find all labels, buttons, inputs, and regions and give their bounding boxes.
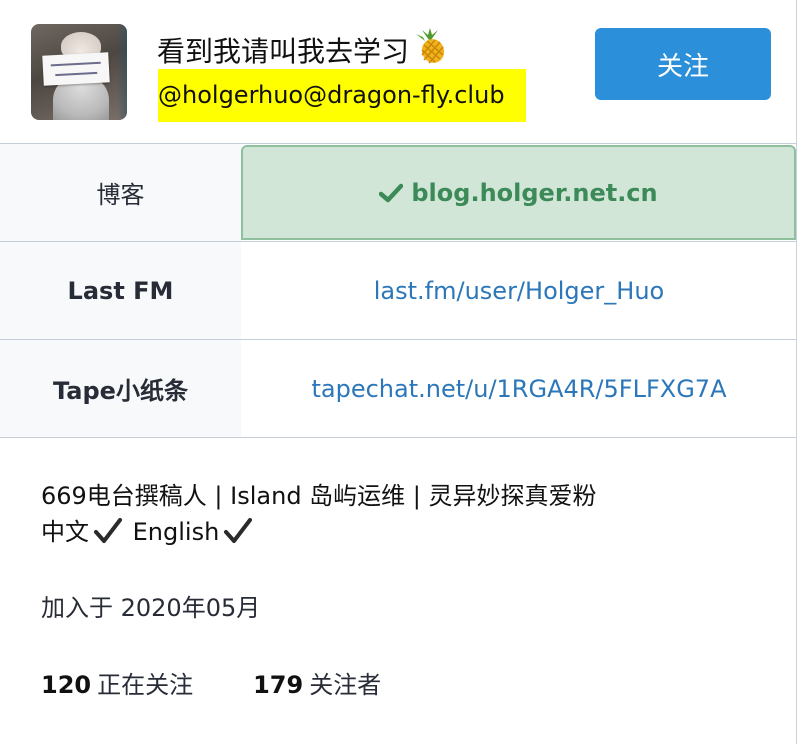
account-bio: 669电台撰稿人 | Island 岛屿运维 | 灵异妙探真爱粉 中文 Engl…: [41, 478, 597, 550]
bio-text: English: [132, 518, 220, 546]
followers-label: 关注者: [309, 671, 382, 699]
followers-count: 179: [253, 671, 304, 699]
field-link[interactable]: last.fm/user/Holger_Huo: [374, 277, 664, 305]
field-row-lastfm: Last FM last.fm/user/Holger_Huo: [0, 242, 797, 340]
account-stats: 120 正在关注 179 关注者: [41, 667, 441, 703]
field-name: 博客: [0, 144, 241, 241]
follow-button[interactable]: 关注: [595, 28, 771, 100]
following-stat[interactable]: 120 正在关注: [41, 667, 193, 703]
pineapple-icon: [416, 28, 445, 64]
field-row-tape: Tape小纸条 tapechat.net/u/1RGA4R/5FLFXG7A: [0, 340, 797, 438]
profile-fields: 博客 blog.holger.net.cn Last FM last.fm/us…: [0, 143, 797, 438]
field-link[interactable]: blog.holger.net.cn: [411, 179, 657, 207]
following-count: 120: [41, 671, 92, 699]
field-name: Last FM: [0, 242, 241, 339]
display-name-text: 看到我请叫我去学习: [157, 35, 410, 68]
bio-text: 中文: [41, 518, 89, 546]
followers-stat[interactable]: 179 关注者: [253, 667, 381, 703]
field-value-verified: blog.holger.net.cn: [241, 145, 796, 240]
profile-header: 看到我请叫我去学习 @holgerhuo@dragon-fly.club 关注: [0, 0, 797, 143]
avatar[interactable]: [31, 24, 127, 120]
profile-card: 看到我请叫我去学习 @holgerhuo@dragon-fly.club 关注 …: [0, 0, 797, 744]
field-value: last.fm/user/Holger_Huo: [241, 242, 797, 339]
joined-date: 加入于 2020年05月: [41, 594, 261, 622]
following-label: 正在关注: [97, 671, 194, 699]
heavy-check-icon: [94, 518, 122, 543]
heavy-check-icon: [224, 518, 253, 543]
field-link[interactable]: tapechat.net/u/1RGA4R/5FLFXG7A: [311, 375, 726, 403]
bio-line: 669电台撰稿人 | Island 岛屿运维 | 灵异妙探真爱粉: [41, 482, 597, 510]
display-name: 看到我请叫我去学习: [157, 28, 447, 72]
check-icon: [379, 183, 404, 202]
bio-line: 中文 English: [41, 514, 597, 550]
field-value: tapechat.net/u/1RGA4R/5FLFXG7A: [241, 340, 797, 437]
field-row-blog: 博客 blog.holger.net.cn: [0, 143, 797, 242]
field-name: Tape小纸条: [0, 340, 241, 437]
account-handle: @holgerhuo@dragon-fly.club: [158, 69, 526, 122]
